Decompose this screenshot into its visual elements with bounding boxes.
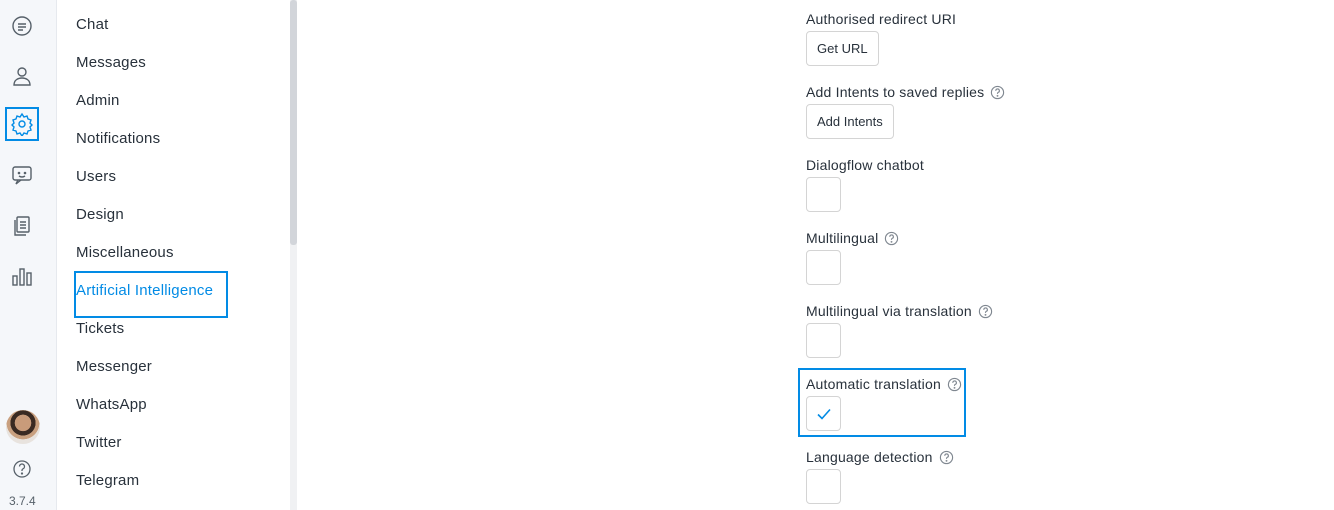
- nav-item-chat[interactable]: Chat: [76, 16, 109, 33]
- avatar[interactable]: [6, 410, 40, 444]
- nav-item-miscellaneous[interactable]: Miscellaneous: [76, 244, 174, 261]
- nav-item-messages[interactable]: Messages: [76, 54, 146, 71]
- question-icon[interactable]: [978, 304, 993, 319]
- settings-nav: Chat Messages Admin Notifications Users …: [57, 0, 297, 510]
- version-label: 3.7.4: [9, 494, 36, 508]
- redirect-uri-label: Authorised redirect URI: [806, 11, 957, 27]
- nav-item-admin[interactable]: Admin: [76, 92, 120, 109]
- nav-item-tickets[interactable]: Tickets: [76, 320, 124, 337]
- question-icon[interactable]: [990, 85, 1005, 100]
- reports-icon[interactable]: [5, 259, 39, 293]
- settings-icon[interactable]: [5, 107, 39, 141]
- language-detection-label: Language detection: [806, 449, 954, 465]
- nav-active-highlight: [74, 271, 228, 318]
- conversations-icon[interactable]: [5, 9, 39, 43]
- users-icon[interactable]: [5, 59, 39, 93]
- articles-icon[interactable]: [5, 209, 39, 243]
- multilingual-translation-label: Multilingual via translation: [806, 303, 993, 319]
- nav-item-whatsapp[interactable]: WhatsApp: [76, 396, 147, 413]
- multilingual-label: Multilingual: [806, 230, 899, 246]
- automatic-translation-checkbox[interactable]: [806, 396, 841, 431]
- help-icon[interactable]: [12, 459, 32, 479]
- multilingual-checkbox[interactable]: [806, 250, 841, 285]
- get-url-button[interactable]: Get URL: [806, 31, 879, 66]
- nav-item-twitter[interactable]: Twitter: [76, 434, 122, 451]
- nav-item-messenger[interactable]: Messenger: [76, 358, 152, 375]
- multilingual-translation-checkbox[interactable]: [806, 323, 841, 358]
- nav-item-notifications[interactable]: Notifications: [76, 130, 160, 147]
- question-icon[interactable]: [947, 377, 962, 392]
- automatic-translation-label: Automatic translation: [806, 376, 962, 392]
- language-detection-checkbox[interactable]: [806, 469, 841, 504]
- add-intents-button[interactable]: Add Intents: [806, 104, 894, 139]
- intents-label: Add Intents to saved replies: [806, 84, 1005, 100]
- chatbot-icon[interactable]: [5, 158, 39, 192]
- nav-item-users[interactable]: Users: [76, 168, 116, 185]
- dialogflow-label: Dialogflow chatbot: [806, 157, 924, 173]
- question-icon[interactable]: [884, 231, 899, 246]
- nav-item-telegram[interactable]: Telegram: [76, 472, 139, 489]
- icon-rail: 3.7.4: [0, 0, 57, 510]
- nav-scrollbar-thumb[interactable]: [290, 0, 297, 245]
- dialogflow-checkbox[interactable]: [806, 177, 841, 212]
- question-icon[interactable]: [939, 450, 954, 465]
- checkmark-icon: [816, 408, 831, 420]
- nav-item-design[interactable]: Design: [76, 206, 124, 223]
